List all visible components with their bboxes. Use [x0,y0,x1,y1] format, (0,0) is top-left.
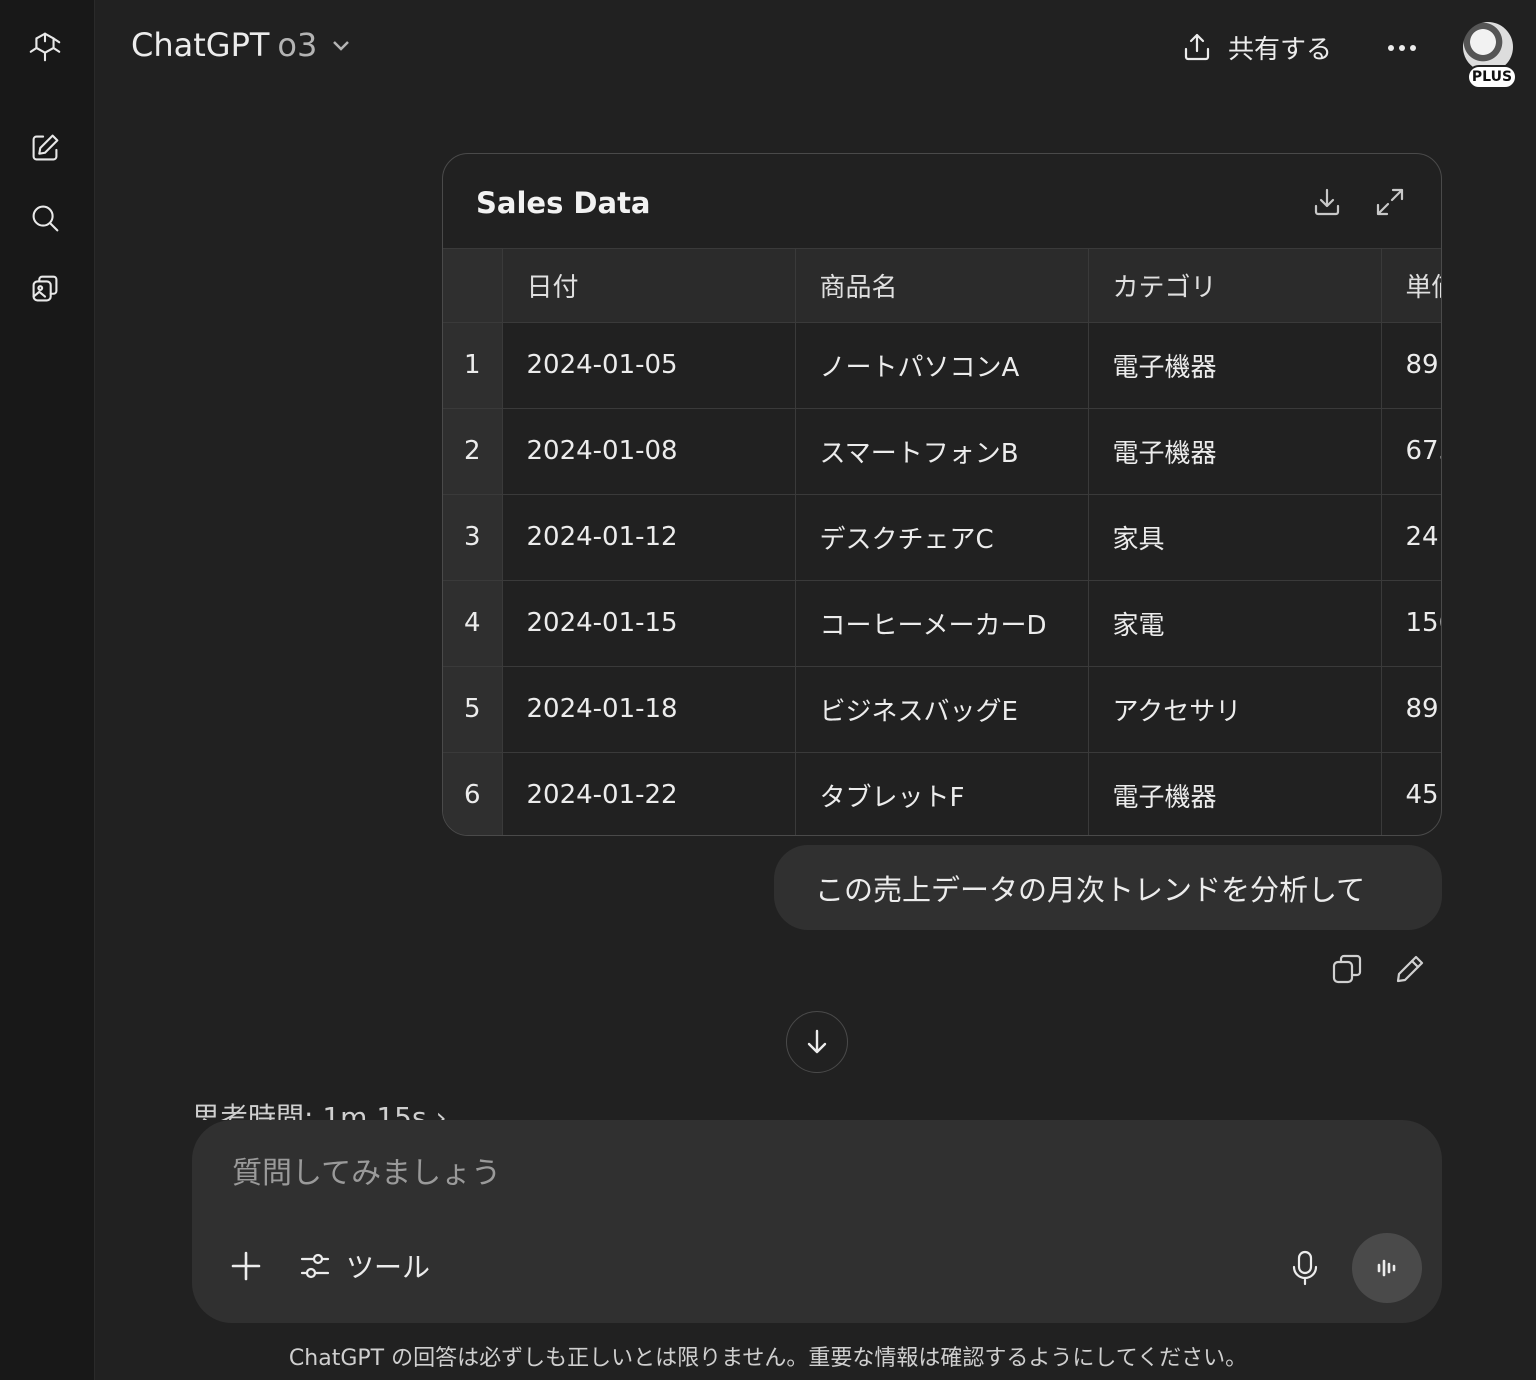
cell-product[interactable]: デスクチェアC [795,494,1089,581]
plan-badge: PLUS [1467,65,1517,89]
user-message-bubble: この売上データの月次トレンドを分析して [774,845,1442,930]
share-label: 共有する [1228,34,1333,65]
cell-price[interactable]: 45 [1381,752,1441,835]
app-name: ChatGPT [131,26,270,64]
model-selector[interactable]: ChatGPT o3 [131,26,353,64]
column-header-price[interactable]: 単価 [1381,249,1441,323]
cell-category[interactable]: 家具 [1088,494,1382,581]
tools-label: ツール [346,1251,431,1284]
thinking-time-toggle[interactable]: 思考時間: 1m 15s › [192,1098,447,1120]
cell-date[interactable]: 2024-01-08 [502,408,796,495]
plus-icon [231,1251,261,1281]
cell-date[interactable]: 2024-01-22 [502,752,796,835]
disclaimer-text: ChatGPT の回答は必ずしも正しいとは限りません。重要な情報は確認するように… [288,1346,1248,1371]
row-index: 4 [443,580,503,667]
dictate-button[interactable] [1287,1248,1323,1288]
table-row: 5 2024-01-18 ビジネスバッグE アクセサリ 89 [443,666,1441,753]
table-header-row: 日付 商品名 カテゴリ 単価 [443,249,1441,323]
column-header-product[interactable]: 商品名 [795,249,1089,323]
chevron-down-icon [333,41,350,51]
cell-date[interactable]: 2024-01-12 [502,494,796,581]
cell-category[interactable]: 電子機器 [1088,752,1382,835]
cell-price[interactable]: 675 [1381,408,1441,495]
voice-mode-button[interactable] [1352,1233,1422,1303]
cell-date[interactable]: 2024-01-18 [502,666,796,753]
download-icon[interactable] [1309,184,1345,220]
tools-button[interactable]: ツール [298,1246,430,1286]
table-row: 1 2024-01-05 ノートパソコンA 電子機器 89 [443,322,1441,409]
user-message-text: この売上データの月次トレンドを分析して [815,872,1366,907]
table-row: 3 2024-01-12 デスクチェアC 家具 24 [443,494,1441,581]
cell-category[interactable]: 電子機器 [1088,408,1382,495]
openai-logo-icon[interactable] [22,24,68,70]
cell-date[interactable]: 2024-01-05 [502,322,796,409]
cell-category[interactable]: 家電 [1088,580,1382,667]
arrow-down-icon [807,1029,827,1054]
new-chat-icon[interactable] [22,125,68,171]
cell-category[interactable]: 電子機器 [1088,322,1382,409]
dot-icon [1399,45,1405,51]
library-icon[interactable] [22,266,68,312]
sidebar [0,0,95,1380]
cell-price[interactable]: 156 [1381,580,1441,667]
dot-icon [1410,45,1416,51]
cell-price[interactable]: 89 [1381,666,1441,753]
row-index: 2 [443,408,503,495]
table-row: 4 2024-01-15 コーヒーメーカーD 家電 156 [443,580,1441,667]
prompt-input[interactable] [232,1156,1232,1191]
voice-wave-icon [1377,1259,1396,1277]
card-title: Sales Data [476,186,651,220]
cell-product[interactable]: スマートフォンB [795,408,1089,495]
dot-icon [1388,45,1394,51]
column-header-category[interactable]: カテゴリ [1088,249,1382,323]
table-row: 6 2024-01-22 タブレットF 電子機器 45 [443,752,1441,835]
cell-date[interactable]: 2024-01-15 [502,580,796,667]
more-options-button[interactable] [1382,28,1422,68]
cell-category[interactable]: アクセサリ [1088,666,1382,753]
cell-product[interactable]: ノートパソコンA [795,322,1089,409]
row-index: 6 [443,752,503,835]
column-header-date[interactable]: 日付 [502,249,796,323]
microphone-icon [1292,1250,1318,1286]
column-header-index [443,249,503,323]
card-header: Sales Data [443,154,1441,249]
data-table: 日付 商品名 カテゴリ 単価 1 2024-01-05 ノートパソコンA 電子機… [443,249,1441,835]
search-icon[interactable] [22,195,68,241]
cell-price[interactable]: 89 [1381,322,1441,409]
row-index: 5 [443,666,503,753]
cell-product[interactable]: コーヒーメーカーD [795,580,1089,667]
edit-pencil-icon[interactable] [1391,950,1431,990]
sales-data-card: Sales Data 日付 商品名 カテゴリ 単価 1 2024-01-05 ノ… [442,153,1442,836]
add-attachment-button[interactable] [228,1248,264,1284]
cell-product[interactable]: ビジネスバッグE [795,666,1089,753]
row-index: 1 [443,322,503,409]
share-icon [1184,33,1210,61]
expand-icon[interactable] [1372,184,1408,220]
cell-product[interactable]: タブレットF [795,752,1089,835]
model-name: o3 [277,26,318,64]
table-row: 2 2024-01-08 スマートフォンB 電子機器 675 [443,408,1441,495]
scroll-to-bottom-button[interactable] [786,1011,848,1073]
share-button[interactable]: 共有する [1180,26,1332,68]
sliders-icon [300,1253,330,1279]
composer: ツール [192,1120,1442,1323]
cell-price[interactable]: 24 [1381,494,1441,581]
copy-icon[interactable] [1328,950,1368,990]
row-index: 3 [443,494,503,581]
